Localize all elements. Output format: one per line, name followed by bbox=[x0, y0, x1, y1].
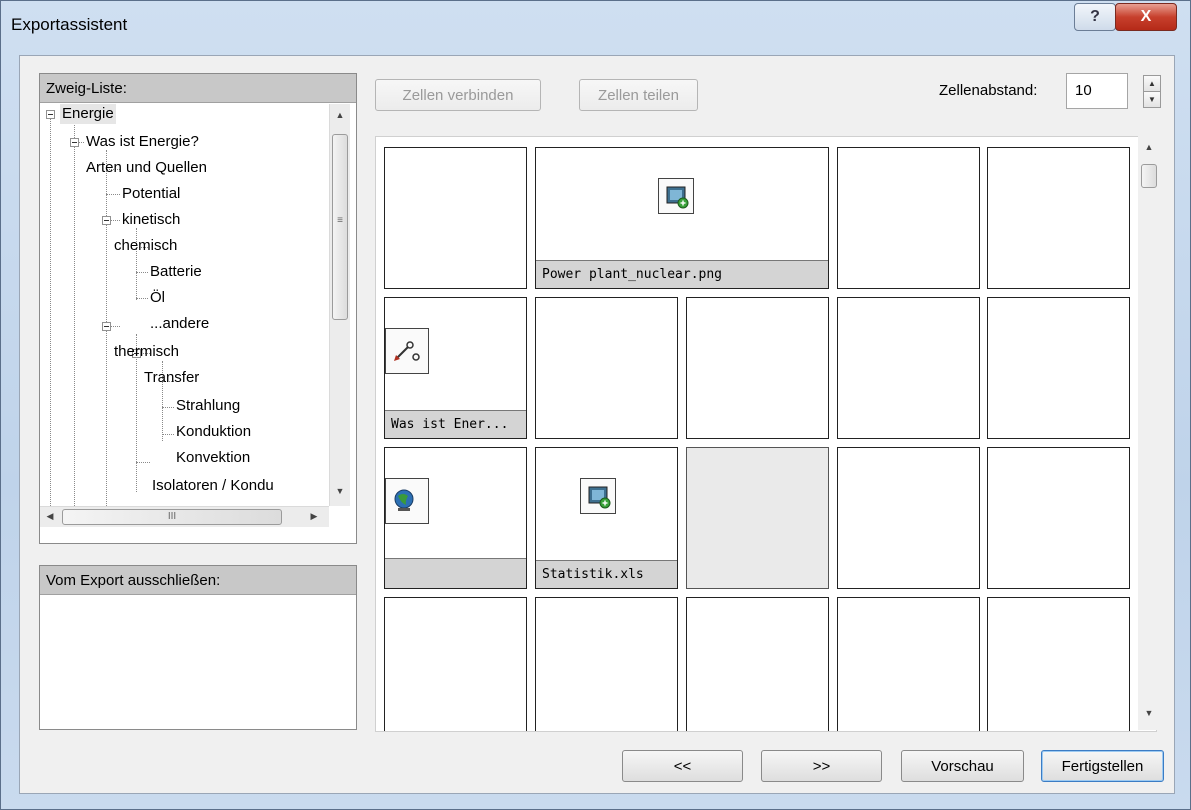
grid-cell-statistik[interactable]: Statistik.xls bbox=[535, 447, 678, 589]
expander-arten[interactable] bbox=[70, 138, 79, 147]
grid-cell[interactable] bbox=[987, 147, 1130, 289]
branch-list-header: Zweig-Liste: bbox=[40, 74, 356, 103]
tree-item-arten-und-quellen[interactable]: Arten und Quellen bbox=[86, 158, 207, 178]
tree-item-strahlung[interactable]: Strahlung bbox=[176, 396, 240, 416]
grid-vertical-scrollbar[interactable]: ▲ ▼ bbox=[1138, 136, 1160, 730]
tree-item-was-ist-energie[interactable]: Was ist Energie? bbox=[86, 132, 199, 152]
split-cells-button[interactable]: Zellen teilen bbox=[579, 79, 698, 111]
tree-item-chemisch[interactable]: chemisch bbox=[114, 236, 177, 256]
title-bar: Exportassistent ? X bbox=[1, 1, 1190, 49]
dialog-client-area: Zweig-Liste: Energie Was ist Energie? Ar… bbox=[19, 55, 1175, 794]
grid-scroll-up-arrow-icon[interactable]: ▲ bbox=[1138, 142, 1160, 152]
grid-cell[interactable] bbox=[987, 447, 1130, 589]
tree-item-energie[interactable]: Energie bbox=[60, 104, 116, 124]
spin-down-arrow-icon[interactable]: ▼ bbox=[1143, 91, 1161, 108]
cell-label-statistik: Statistik.xls bbox=[536, 560, 677, 588]
hscroll-grip: III bbox=[167, 511, 177, 522]
tree-item-potential[interactable]: Potential bbox=[122, 184, 180, 204]
grid-cell[interactable] bbox=[535, 297, 678, 439]
tree-item-thermisch[interactable]: thermisch bbox=[114, 342, 179, 362]
tree-item-kinetisch[interactable]: kinetisch bbox=[122, 210, 180, 230]
grid-scroll-down-arrow-icon[interactable]: ▼ bbox=[1138, 708, 1160, 718]
help-button[interactable]: ? bbox=[1074, 3, 1116, 31]
expander-energie[interactable] bbox=[46, 110, 55, 119]
scroll-up-arrow-icon[interactable]: ▲ bbox=[330, 110, 350, 120]
cell-label-was-ist: Was ist Ener... bbox=[385, 410, 526, 438]
grid-vscroll-thumb[interactable] bbox=[1141, 164, 1157, 188]
tree-hscroll-thumb[interactable]: III bbox=[62, 509, 282, 525]
cell-label-power-plant: Power plant_nuclear.png bbox=[536, 260, 828, 288]
scroll-left-arrow-icon[interactable]: ◀ bbox=[44, 511, 56, 522]
close-button[interactable]: X bbox=[1115, 3, 1177, 31]
cell-layout-grid: Power plant_nuclear.png Was ist Ener... bbox=[375, 136, 1157, 732]
scroll-right-arrow-icon[interactable]: ▶ bbox=[308, 511, 320, 522]
grid-cell[interactable] bbox=[384, 597, 527, 731]
image-file-icon bbox=[658, 178, 694, 214]
export-wizard-window: Exportassistent ? X Zweig-Liste: Energie… bbox=[0, 0, 1191, 810]
grid-cell[interactable] bbox=[384, 147, 527, 289]
spreadsheet-file-icon bbox=[580, 478, 616, 514]
spin-up-arrow-icon[interactable]: ▲ bbox=[1143, 75, 1161, 92]
exclude-panel[interactable]: Vom Export ausschließen: bbox=[39, 565, 357, 730]
expander-chemisch[interactable] bbox=[102, 216, 111, 225]
grid-cell-placeholder[interactable] bbox=[686, 447, 829, 589]
grid-cell-power-plant[interactable]: Power plant_nuclear.png bbox=[535, 147, 829, 289]
exclude-header: Vom Export ausschließen: bbox=[40, 566, 356, 595]
scroll-down-arrow-icon[interactable]: ▼ bbox=[330, 486, 350, 496]
grid-cell-was-ist[interactable]: Was ist Ener... bbox=[384, 297, 527, 439]
grid-cell[interactable] bbox=[987, 297, 1130, 439]
cell-label-empty bbox=[385, 558, 526, 588]
tree-item-andere[interactable]: ...andere bbox=[150, 314, 209, 334]
tree-horizontal-scrollbar[interactable]: ◀ III ▶ bbox=[40, 506, 329, 527]
spacing-label: Zellenabstand: bbox=[939, 82, 1038, 99]
tree-item-transfer[interactable]: Transfer bbox=[144, 368, 199, 388]
tree-vertical-scrollbar[interactable]: ▲ ≡ ▼ bbox=[329, 104, 350, 506]
tree-item-isolatoren[interactable]: Isolatoren / Kondu bbox=[152, 476, 274, 496]
grid-cell[interactable] bbox=[987, 597, 1130, 731]
grid-cell[interactable] bbox=[686, 597, 829, 731]
next-button[interactable]: >> bbox=[761, 750, 882, 782]
tree-item-konduktion[interactable]: Konduktion bbox=[176, 422, 251, 442]
globe-icon bbox=[385, 478, 429, 524]
tree-item-oel[interactable]: Öl bbox=[150, 288, 165, 308]
branch-list-panel: Zweig-Liste: Energie Was ist Energie? Ar… bbox=[39, 73, 357, 544]
expander-thermisch[interactable] bbox=[102, 322, 111, 331]
finish-button[interactable]: Fertigstellen bbox=[1041, 750, 1164, 782]
tree-vscroll-thumb[interactable]: ≡ bbox=[332, 134, 348, 320]
tree-item-batterie[interactable]: Batterie bbox=[150, 262, 202, 282]
back-button[interactable]: << bbox=[622, 750, 743, 782]
grid-cell-web[interactable] bbox=[384, 447, 527, 589]
grid-cell[interactable] bbox=[837, 297, 980, 439]
tree-item-konvektion[interactable]: Konvektion bbox=[176, 448, 250, 468]
preview-button[interactable]: Vorschau bbox=[901, 750, 1024, 782]
merge-cells-button[interactable]: Zellen verbinden bbox=[375, 79, 541, 111]
grid-cell[interactable] bbox=[837, 147, 980, 289]
link-tools-icon bbox=[385, 328, 429, 374]
branch-tree: Energie Was ist Energie? Arten und Quell… bbox=[40, 104, 329, 506]
vscroll-grip: ≡ bbox=[337, 215, 343, 226]
spacing-input[interactable]: 10 bbox=[1066, 73, 1128, 109]
window-title: Exportassistent bbox=[11, 15, 128, 34]
grid-cell[interactable] bbox=[837, 447, 980, 589]
grid-cell[interactable] bbox=[535, 597, 678, 731]
grid-cell[interactable] bbox=[686, 297, 829, 439]
grid-cell[interactable] bbox=[837, 597, 980, 731]
